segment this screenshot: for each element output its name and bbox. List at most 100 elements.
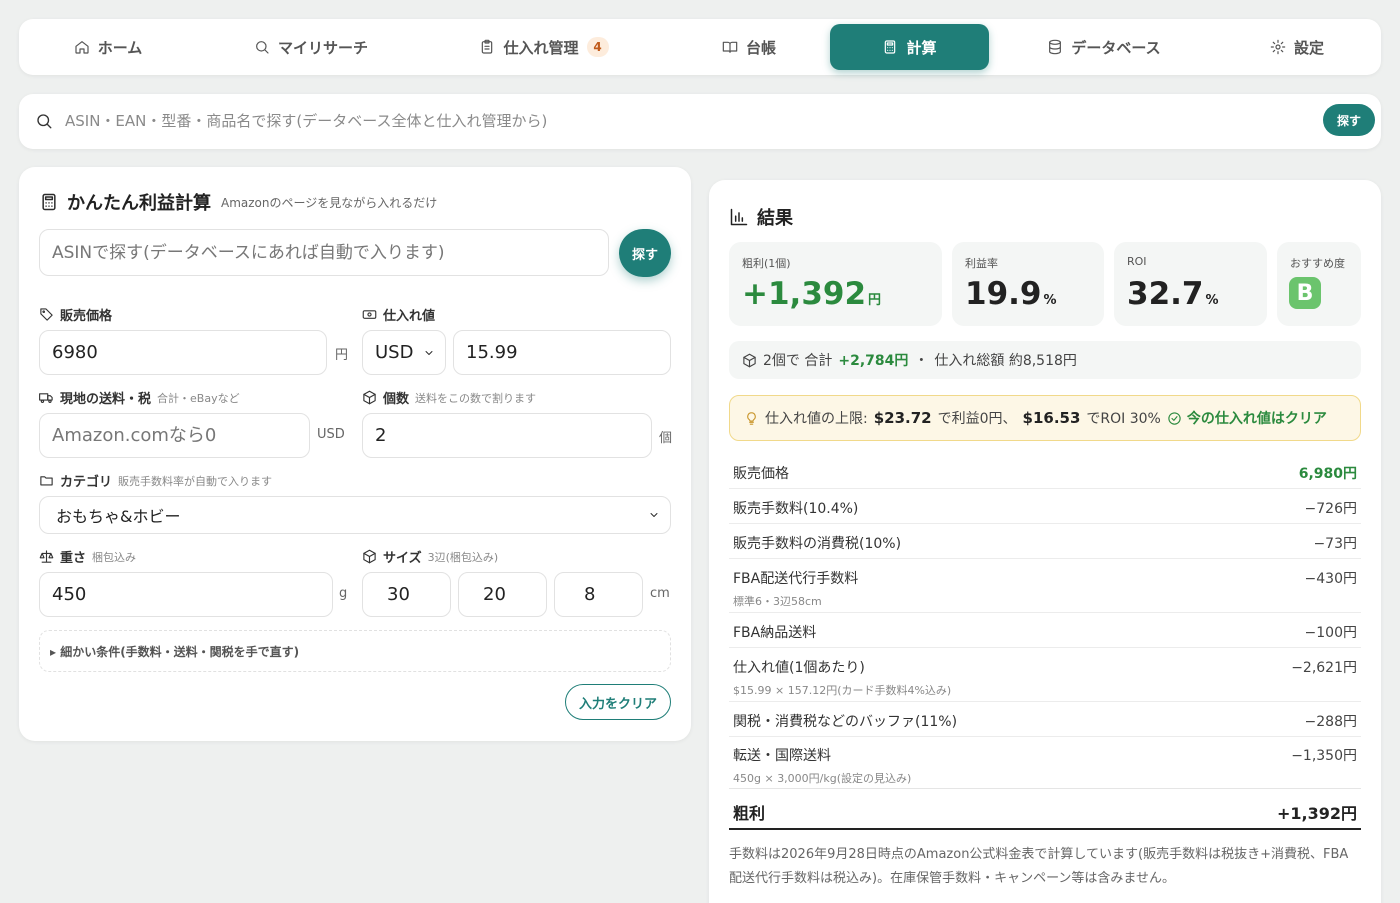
folder-icon xyxy=(40,476,53,486)
breakdown-row-value: 6,980円 xyxy=(1298,466,1357,482)
weight-hint: 梱包込み xyxy=(92,550,137,564)
local-shipping-label: 現地の送料・税 合計・eBayなど xyxy=(39,388,240,407)
weight-input[interactable] xyxy=(39,572,333,617)
category-label-text: カテゴリ xyxy=(60,475,113,490)
profit-calculator-panel: かんたん利益計算 Amazonのページを見ながら入れるだけ 探す 販売価格 円 … xyxy=(19,167,691,741)
nav-purchase-management-label: 仕入れ管理 xyxy=(503,38,579,57)
nav-settings[interactable]: 設定 xyxy=(1247,24,1347,70)
breakdown-row: 販売手数料(10.4%) −726円 xyxy=(733,498,1357,518)
roi-value-line: 32.7% xyxy=(1127,276,1219,312)
margin-label: 利益率 xyxy=(965,257,998,270)
quantity-unit: 個 xyxy=(659,431,673,446)
sale-price-input[interactable] xyxy=(39,330,327,375)
asin-search-input[interactable] xyxy=(39,229,609,276)
alert-roi: でROI 30% xyxy=(1086,411,1161,427)
breakdown-row: 販売手数料の消費税(10%) −73円 xyxy=(733,533,1357,553)
breakdown-row-value: −73円 xyxy=(1313,536,1357,552)
nav-database[interactable]: データベース xyxy=(1029,24,1179,70)
weight-label-text: 重さ xyxy=(60,551,87,566)
chevron-down-icon xyxy=(650,513,658,517)
roi-card: ROI 32.7% xyxy=(1114,242,1267,326)
purchase-count-badge: 4 xyxy=(586,37,609,57)
breakdown-row-sub: 標準6・3辺58cm xyxy=(733,595,822,608)
currency-select-value: USD xyxy=(375,342,414,363)
book-icon xyxy=(722,41,738,53)
alert-roi-price: $16.53 xyxy=(1022,409,1081,427)
breakdown-row: FBA配送代行手数料 標準6・3辺58cm −430円 xyxy=(733,568,1357,609)
calculator-title: かんたん利益計算 xyxy=(67,193,211,214)
banknote-icon xyxy=(362,310,377,319)
result-title: 結果 xyxy=(757,208,793,229)
nav-home-label: ホーム xyxy=(97,38,143,57)
summary-separator: ・ xyxy=(914,353,929,369)
alert-breakeven-price: $23.72 xyxy=(873,409,932,427)
cost-input[interactable] xyxy=(453,330,671,375)
divider xyxy=(729,612,1361,613)
size-height-input[interactable] xyxy=(554,572,643,617)
roi-unit: % xyxy=(1205,293,1219,308)
alert-ok-text: 今の仕入れ値はクリア xyxy=(1186,411,1327,427)
global-search-input[interactable] xyxy=(65,106,1315,136)
local-shipping-input[interactable] xyxy=(39,413,310,458)
breakdown-row: 関税・消費税などのバッファ(11%) −288円 xyxy=(733,711,1357,731)
calculator-subtitle: Amazonのページを見ながら入れるだけ xyxy=(221,195,438,210)
breakdown-row-label: 仕入れ値(1個あたり) xyxy=(733,660,865,676)
asin-search-button[interactable]: 探す xyxy=(619,229,671,277)
nav-database-label: データベース xyxy=(1071,38,1161,57)
margin-unit: % xyxy=(1043,293,1057,308)
divider xyxy=(729,736,1361,737)
nav-my-research-label: マイリサーチ xyxy=(277,38,368,57)
global-search-button[interactable]: 探す xyxy=(1323,104,1375,136)
nav-home[interactable]: ホーム xyxy=(43,24,173,70)
advanced-options-toggle[interactable]: ▸ 細かい条件(手数料・送料・関税を手で直す) xyxy=(39,630,671,672)
breakdown-row: 販売価格 6,980円 xyxy=(733,463,1357,483)
main-nav: ホーム マイリサーチ 仕入れ管理 4 台帳 計算 データベース 設定 xyxy=(19,19,1381,75)
database-icon xyxy=(1049,39,1062,55)
alert-ok-status: 今の仕入れ値はクリア xyxy=(1167,408,1327,428)
local-shipping-label-text: 現地の送料・税 xyxy=(60,392,152,407)
currency-select[interactable]: USD xyxy=(362,330,446,375)
breakdown-row: 転送・国際送料 450g × 3,000円/kg(設定の見込み) −1,350円 xyxy=(733,745,1357,786)
nav-settings-label: 設定 xyxy=(1293,38,1324,57)
calculator-icon xyxy=(885,40,896,54)
breakdown-row-label: 販売価格 xyxy=(733,466,789,482)
category-select[interactable]: おもちゃ&ホビー xyxy=(39,496,671,534)
check-circle-icon xyxy=(1168,411,1181,425)
size-unit: cm xyxy=(650,586,670,601)
roi-value: 32.7 xyxy=(1127,276,1204,312)
nav-ledger[interactable]: 台帳 xyxy=(699,24,799,70)
breakdown-row-value: −288円 xyxy=(1304,714,1357,730)
size-length-input[interactable] xyxy=(362,572,451,617)
breakdown-row-label: FBA納品送料 xyxy=(733,625,817,641)
profit-value: +1,392 xyxy=(742,276,867,312)
total-value: +1,392円 xyxy=(1276,804,1357,823)
clear-input-button[interactable]: 入力をクリア xyxy=(565,684,671,720)
nav-ledger-label: 台帳 xyxy=(745,38,776,57)
divider xyxy=(729,523,1361,524)
breakdown-row-label: 関税・消費税などのバッファ(11%) xyxy=(733,714,958,730)
category-label: カテゴリ 販売手数料率が自動で入ります xyxy=(39,471,272,490)
scale-icon xyxy=(39,550,54,563)
result-header: 結果 xyxy=(729,204,793,230)
quantity-input[interactable] xyxy=(362,413,652,458)
nav-calculator[interactable]: 計算 xyxy=(830,24,989,70)
weight-label: 重さ 梱包込み xyxy=(39,547,136,566)
size-label-text: サイズ xyxy=(383,551,422,566)
quantity-hint: 送料をこの数で割ります xyxy=(415,391,537,405)
size-width-input[interactable] xyxy=(458,572,547,617)
sale-price-unit: 円 xyxy=(335,348,349,363)
nav-purchase-management[interactable]: 仕入れ管理 4 xyxy=(469,24,619,70)
nav-my-research[interactable]: マイリサーチ xyxy=(241,24,381,70)
cost-limit-alert: 仕入れ値の上限: $23.72 で利益0円、 $16.53 でROI 30% 今… xyxy=(729,395,1361,441)
search-icon xyxy=(256,41,269,54)
global-search-bar: 探す xyxy=(19,94,1381,149)
gear-icon xyxy=(1270,39,1286,55)
breakdown-row-value: −430円 xyxy=(1304,571,1357,587)
category-select-value: おもちゃ&ホビー xyxy=(56,507,181,526)
clipboard-icon xyxy=(482,39,493,54)
cost-label-text: 仕入れ値 xyxy=(383,309,436,324)
alert-mid: で利益0円、 xyxy=(937,411,1017,427)
breakdown-row-value: −1,350円 xyxy=(1291,748,1357,764)
nav-calculator-label: 計算 xyxy=(906,38,937,57)
gross-profit-total-row: 粗利 +1,392円 xyxy=(729,788,1361,830)
